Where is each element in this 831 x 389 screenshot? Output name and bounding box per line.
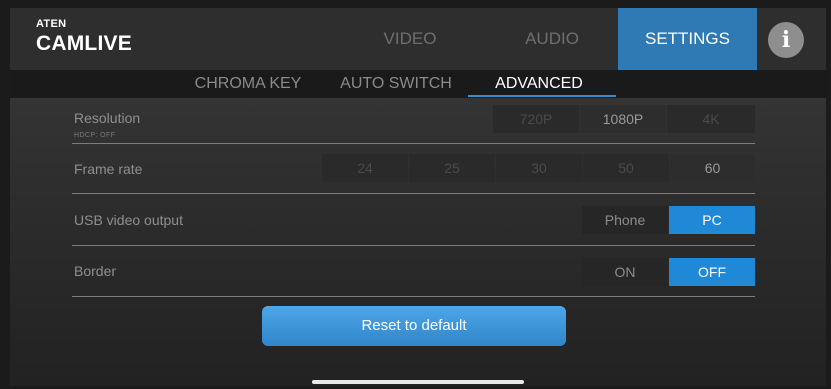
border-option-off[interactable]: OFF <box>669 258 755 286</box>
info-icon[interactable]: i <box>768 22 804 58</box>
usb-output-label: USB video output <box>74 212 183 228</box>
frame-rate-option-50[interactable]: 50 <box>583 154 669 182</box>
app-title: CAMLIVE <box>36 32 132 55</box>
home-indicator[interactable] <box>312 380 524 384</box>
subtab-chroma-key[interactable]: CHROMA KEY <box>190 70 306 98</box>
frame-rate-option-24[interactable]: 24 <box>322 154 408 182</box>
resolution-label: Resolution <box>74 110 141 126</box>
frame-rate-label: Frame rate <box>74 161 143 177</box>
subtab-auto-switch[interactable]: AUTO SWITCH <box>326 70 466 98</box>
tab-video[interactable]: VIDEO <box>354 8 466 70</box>
border-label: Border <box>74 263 117 279</box>
app-window: ATEN CAMLIVE VIDEO AUDIO SETTINGS i CHRO… <box>10 8 826 386</box>
subtab-advanced[interactable]: ADVANCED <box>468 70 610 98</box>
frame-rate-option-30[interactable]: 30 <box>496 154 582 182</box>
hdcp-status: HDCP: OFF <box>74 132 116 139</box>
tab-audio[interactable]: AUDIO <box>496 8 608 70</box>
divider <box>72 143 755 144</box>
sub-tab-bar: CHROMA KEY AUTO SWITCH ADVANCED <box>10 70 826 98</box>
brand-aten-logo: ATEN <box>36 18 67 30</box>
top-bar: ATEN CAMLIVE VIDEO AUDIO SETTINGS i <box>10 8 826 70</box>
divider <box>72 296 755 297</box>
border-option-on[interactable]: ON <box>582 258 668 286</box>
reset-to-default-button[interactable]: Reset to default <box>262 306 566 346</box>
usb-option-phone[interactable]: Phone <box>582 206 668 234</box>
divider <box>72 193 755 194</box>
usb-option-pc[interactable]: PC <box>669 206 755 234</box>
resolution-option-1080p[interactable]: 1080P <box>580 105 666 133</box>
frame-rate-option-25[interactable]: 25 <box>409 154 495 182</box>
frame-rate-option-60[interactable]: 60 <box>670 154 755 182</box>
divider <box>72 245 755 246</box>
resolution-option-4k[interactable]: 4K <box>667 105 755 133</box>
tab-settings[interactable]: SETTINGS <box>618 8 757 70</box>
resolution-option-720p[interactable]: 720P <box>493 105 579 133</box>
active-subtab-indicator <box>468 95 616 97</box>
